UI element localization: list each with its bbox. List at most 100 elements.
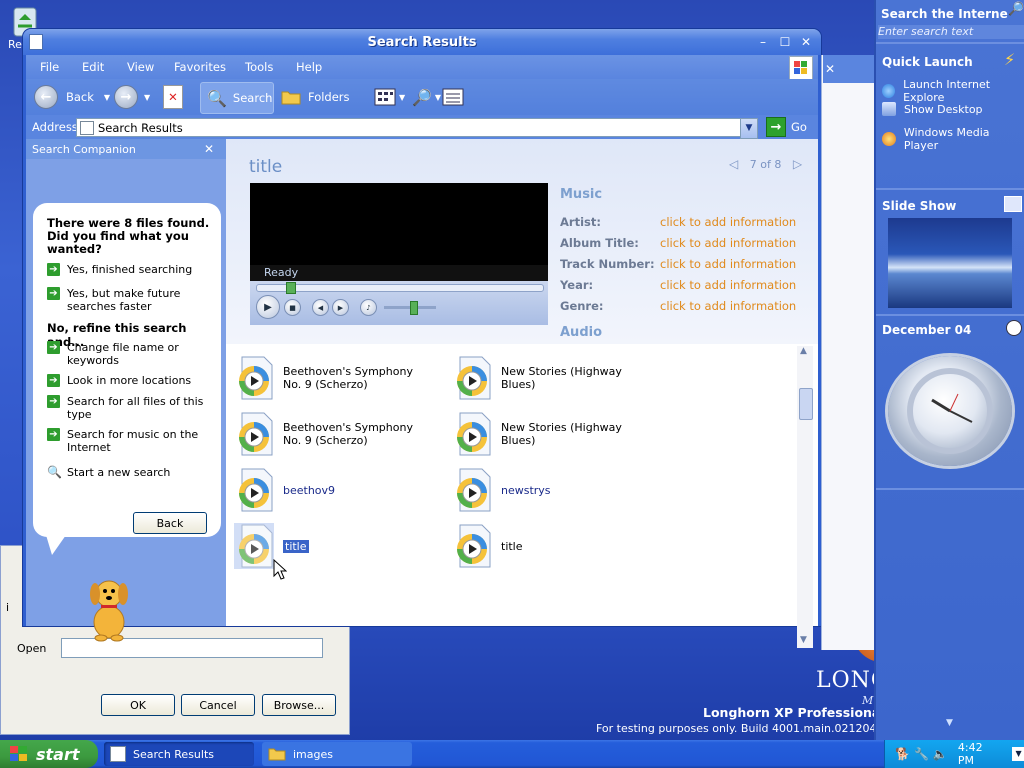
- refine-option[interactable]: ➔ Search for music on the Internet: [47, 428, 212, 454]
- menu-bar: File Edit View Favorites Tools Help: [26, 55, 818, 80]
- menu-favorites[interactable]: Favorites: [174, 60, 226, 74]
- browse-button[interactable]: Browse...: [262, 694, 336, 716]
- folders-button[interactable]: Folders: [281, 82, 350, 112]
- album-title-value[interactable]: click to add information: [660, 236, 796, 250]
- year-value[interactable]: click to add information: [660, 278, 796, 292]
- search-dog-icon[interactable]: [81, 572, 137, 645]
- go-button[interactable]: → Go: [766, 117, 807, 137]
- background-close-icon[interactable]: ✕: [825, 62, 835, 76]
- previous-track-icon[interactable]: ◀: [312, 299, 329, 316]
- preview-navigation: ◁ 7 of 8 ▷: [729, 157, 802, 171]
- option-finished[interactable]: ➔ Yes, finished searching: [47, 263, 212, 276]
- maximize-icon[interactable]: ☐: [777, 34, 793, 50]
- system-tray: 🐕 🔧 🔈 4:42 PM ▼: [884, 740, 1024, 768]
- refine-option[interactable]: ➔ Search for all files of this type: [47, 395, 212, 421]
- green-arrow-icon: ➔: [47, 374, 60, 387]
- file-item[interactable]: Beethoven's Symphony No. 9 (Scherzo): [234, 355, 433, 401]
- file-item[interactable]: beethov9: [234, 467, 433, 513]
- ie-icon: [882, 84, 896, 98]
- close-pane-icon[interactable]: ✕: [204, 142, 214, 156]
- seek-thumb[interactable]: [286, 282, 296, 294]
- search-text-input[interactable]: Enter search text: [878, 25, 1024, 39]
- build-text: For testing purposes only. Build 4001.ma…: [596, 722, 909, 735]
- cancel-button[interactable]: Cancel: [181, 694, 255, 716]
- slideshow-image[interactable]: [888, 218, 1012, 308]
- option-faster[interactable]: ➔ Yes, but make future searches faster: [47, 287, 212, 313]
- forward-button[interactable]: → ▼: [114, 82, 150, 112]
- companion-back-button[interactable]: Back: [133, 512, 207, 534]
- tray-expand-icon[interactable]: ▼: [1012, 747, 1024, 761]
- search-companion-header: Search Companion ✕: [26, 139, 226, 159]
- sidebar-scroll-down-icon[interactable]: ▼: [946, 718, 953, 728]
- seek-bar[interactable]: [256, 284, 544, 292]
- forward-dropdown-icon[interactable]: ▼: [144, 93, 150, 102]
- new-search-link[interactable]: 🔍 Start a new search: [47, 465, 212, 480]
- search-button[interactable]: 🔍 Search: [200, 82, 274, 114]
- back-button[interactable]: ← Back ▼: [34, 82, 110, 112]
- stop-icon[interactable]: ■: [284, 299, 301, 316]
- views-button[interactable]: ▼: [374, 82, 405, 112]
- address-field[interactable]: Search Results: [76, 118, 742, 137]
- next-track-icon[interactable]: ▶: [332, 299, 349, 316]
- genre-value[interactable]: click to add information: [660, 299, 796, 313]
- file-item[interactable]: New Stories (Highway Blues): [452, 355, 651, 401]
- menu-file[interactable]: File: [40, 60, 59, 74]
- title-bar[interactable]: Search Results – ☐ ✕: [23, 29, 821, 55]
- search-icon: 🔍: [207, 88, 227, 108]
- quick-launch-desktop[interactable]: Show Desktop: [882, 102, 983, 116]
- file-item[interactable]: title: [452, 523, 651, 569]
- views-icon: [374, 88, 396, 106]
- back-dropdown-icon[interactable]: ▼: [104, 93, 110, 102]
- play-icon[interactable]: ▶: [256, 295, 280, 319]
- folders-label: Folders: [308, 90, 350, 104]
- menu-view[interactable]: View: [127, 60, 154, 74]
- folder-icon: [268, 748, 286, 761]
- desktop-icon: [882, 102, 896, 116]
- open-label: Open: [17, 642, 47, 655]
- close-icon[interactable]: ✕: [798, 34, 814, 50]
- next-icon[interactable]: ▷: [793, 157, 802, 171]
- menu-edit[interactable]: Edit: [82, 60, 104, 74]
- file-item[interactable]: New Stories (Highway Blues): [452, 411, 651, 457]
- track-number-value[interactable]: click to add information: [660, 257, 796, 271]
- address-dropdown-icon[interactable]: ▼: [740, 118, 758, 139]
- previous-icon[interactable]: ◁: [729, 157, 738, 171]
- stop-button[interactable]: ✕: [163, 82, 183, 112]
- refine-option[interactable]: ➔ Change file name or keywords: [47, 341, 212, 367]
- find-button[interactable]: 🔎 ▼: [412, 82, 441, 112]
- task-search-results[interactable]: Search Results: [104, 742, 254, 766]
- file-name: title: [501, 539, 523, 553]
- toolbar: ← Back ▼ → ▼ ✕ 🔍 Search Folders ▼ 🔎 ▼: [26, 79, 818, 115]
- task-images[interactable]: images: [262, 742, 412, 766]
- start-button[interactable]: start: [0, 740, 98, 768]
- vertical-scrollbar[interactable]: ▲ ▼: [797, 346, 813, 648]
- scroll-down-icon[interactable]: ▼: [800, 635, 807, 645]
- details-view-button[interactable]: [442, 82, 464, 112]
- ok-button[interactable]: OK: [101, 694, 175, 716]
- back-arrow-icon: ←: [34, 85, 58, 109]
- menu-tools[interactable]: Tools: [245, 60, 273, 74]
- artist-value[interactable]: click to add information: [660, 215, 796, 229]
- media-file-icon: [234, 411, 274, 457]
- file-item-selected[interactable]: title: [234, 523, 309, 569]
- minimize-icon[interactable]: –: [755, 34, 771, 50]
- tray-dog-icon[interactable]: 🐕: [895, 747, 910, 761]
- quick-launch-wmp[interactable]: Windows Media Player: [882, 126, 1024, 152]
- scroll-up-icon[interactable]: ▲: [800, 346, 807, 356]
- menu-help[interactable]: Help: [296, 60, 322, 74]
- music-heading: Music: [560, 187, 603, 202]
- tray-volume-icon[interactable]: 🔈: [933, 747, 948, 761]
- file-item[interactable]: Beethoven's Symphony No. 9 (Scherzo): [234, 411, 433, 457]
- magnifier-icon: 🔍: [47, 465, 62, 479]
- quick-launch-ie[interactable]: Launch Internet Explore: [882, 78, 1024, 104]
- background-window: ✕: [821, 55, 875, 650]
- window-title: Search Results: [367, 35, 477, 50]
- mute-icon[interactable]: ♪: [360, 299, 377, 316]
- tray-network-icon[interactable]: 🔧: [914, 747, 929, 761]
- refine-option[interactable]: ➔ Look in more locations: [47, 374, 212, 387]
- file-item[interactable]: newstrys: [452, 467, 651, 513]
- scroll-thumb[interactable]: [799, 388, 813, 420]
- quick-launch-label: Show Desktop: [904, 102, 983, 116]
- volume-thumb[interactable]: [410, 301, 418, 315]
- go-arrow-icon: →: [766, 117, 786, 137]
